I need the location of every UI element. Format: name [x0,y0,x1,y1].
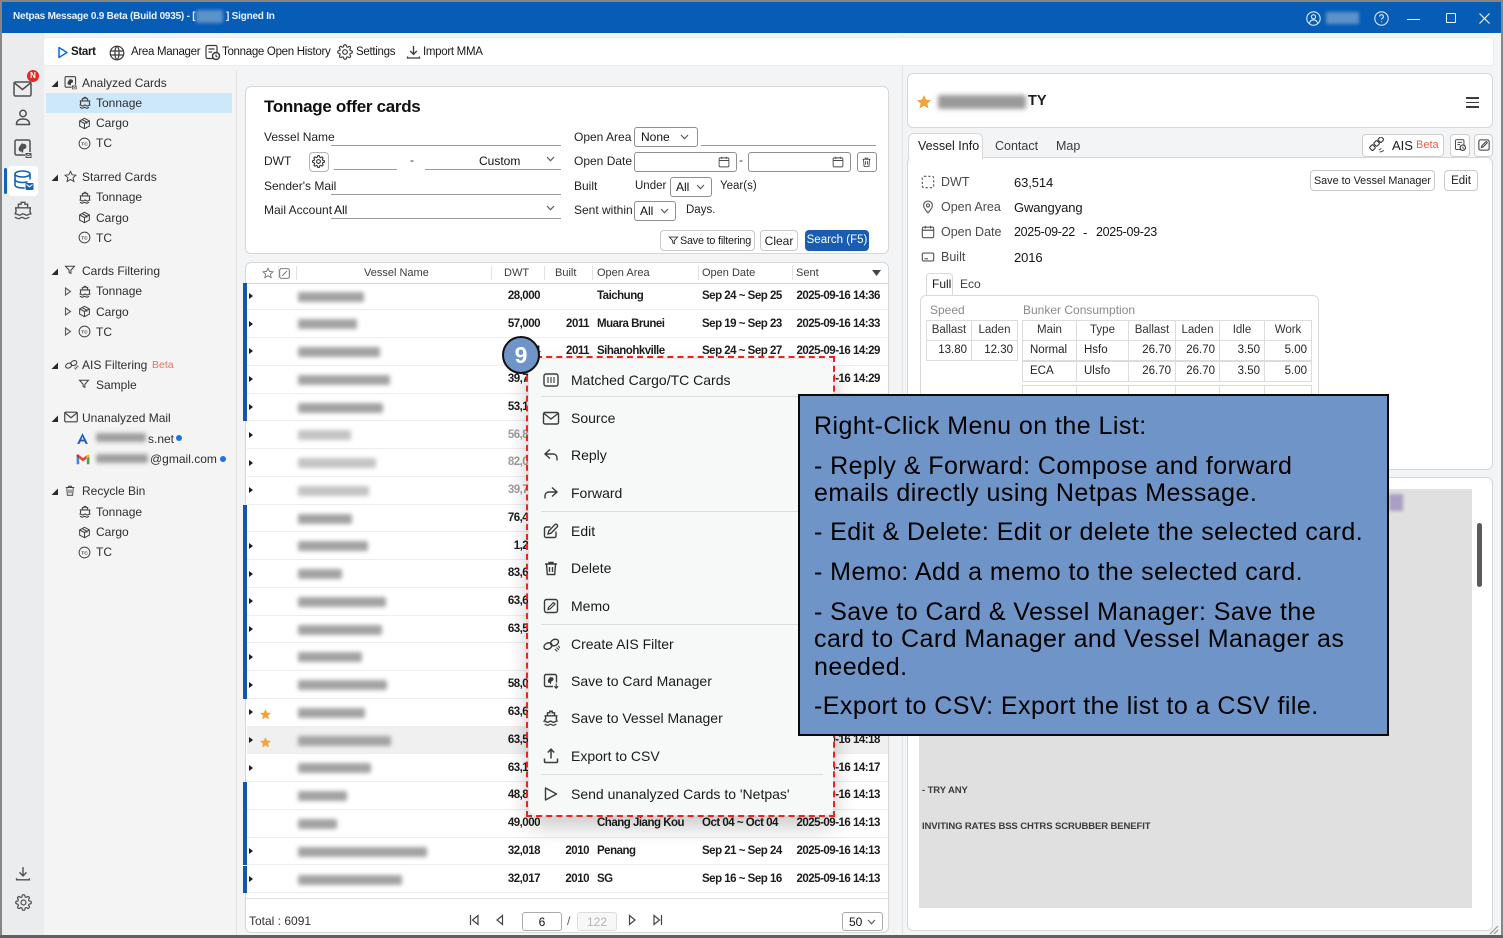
svg-text:TC: TC [81,550,88,556]
svg-text:TC: TC [81,329,88,335]
svg-text:TC: TC [81,235,88,241]
svg-text:TC: TC [81,141,88,147]
